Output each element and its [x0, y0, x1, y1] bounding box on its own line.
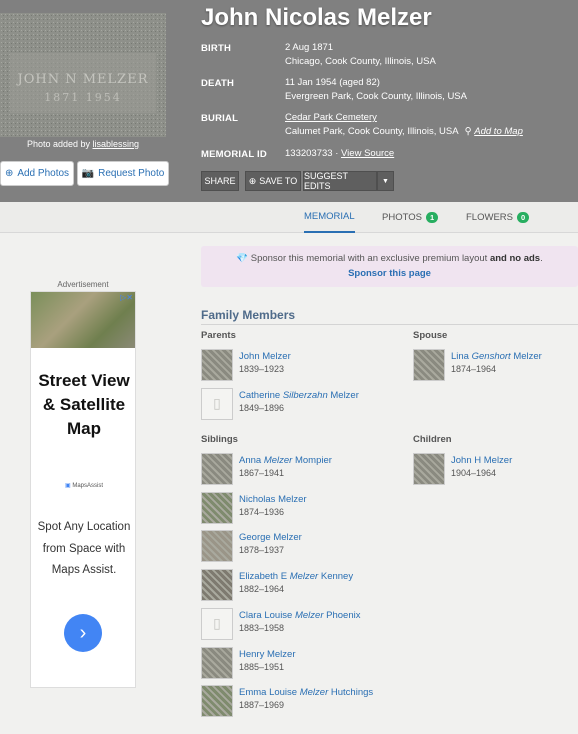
parents-label: Parents — [201, 330, 236, 341]
no-photo-icon: ▯ — [201, 387, 233, 420]
add-photos-button[interactable]: ⊕ Add Photos — [0, 161, 74, 186]
maps-assist-logo-icon: ▣ — [64, 483, 71, 489]
person-dates: 1874–1964 — [451, 364, 497, 374]
ad-body: Spot Any Location from Space with Maps A… — [37, 521, 131, 576]
caret-down-icon: ▼ — [382, 177, 389, 185]
person-name[interactable]: Nicholas Melzer — [239, 494, 307, 505]
death-info: 11 Jan 1954 (aged 82) Evergreen Park, Co… — [285, 77, 467, 102]
person-dates: 1874–1936 — [239, 506, 285, 517]
person-dates: 1887–1969 — [239, 700, 285, 711]
siblings-person[interactable]: ▯ Clara Louise Melzer Phoenix 1883–1958 — [201, 607, 371, 644]
person-photo — [413, 453, 445, 485]
person-dates: 1883–1958 — [239, 622, 285, 633]
plus-circle-icon: ⊕ — [4, 168, 14, 179]
no-photo-icon: ▯ — [201, 607, 233, 640]
birth-info: 2 Aug 1871 Chicago, Cook County, Illinoi… — [285, 42, 436, 67]
siblings-person[interactable]: Anna Melzer Mompier 1867–1941 — [201, 453, 371, 489]
person-photo — [201, 646, 233, 679]
save-to-button[interactable]: ⊕ SAVE TO — [245, 171, 301, 191]
cemetery-link[interactable]: Cedar Park Cemetery — [285, 112, 377, 123]
spouse-label: Spouse — [413, 330, 448, 341]
ad-choices-icon[interactable]: ▷✕ — [120, 293, 133, 302]
divider — [201, 324, 578, 325]
chevron-right-icon[interactable]: › — [64, 614, 102, 652]
flowers-count-badge: 0 — [516, 212, 530, 223]
person-name[interactable]: Henry Melzer — [239, 649, 296, 660]
siblings-person[interactable]: Emma Louise Melzer Hutchings 1887–1969 — [201, 685, 373, 721]
person-dates: 1867–1941 — [239, 468, 285, 478]
person-name[interactable]: John Melzer — [239, 351, 291, 362]
person-photo — [201, 349, 233, 381]
siblings-person[interactable]: George Melzer 1878–1937 — [201, 530, 371, 566]
photo-credit-user[interactable]: lisablessing — [93, 139, 140, 149]
view-source-link[interactable]: View Source — [341, 148, 394, 159]
person-photo — [201, 453, 233, 485]
person-name[interactable]: Catherine Silberzahn Melzer — [239, 390, 359, 401]
ad-brand: ▣ MapsAssist — [64, 483, 104, 489]
person-photo — [201, 530, 233, 563]
person-dates: 1878–1937 — [239, 545, 285, 556]
person-dates: 1882–1964 — [239, 584, 285, 595]
sponsor-banner: 💎 Sponsor this memorial with an exclusiv… — [201, 246, 578, 287]
person-dates: 1904–1964 — [451, 468, 497, 478]
person-dates: 1839–1923 — [239, 364, 285, 374]
gravestone-text: JOHN N MELZER — [16, 72, 149, 87]
diamond-icon: 💎 — [236, 253, 249, 264]
children-person[interactable]: John H Melzer 1904–1964 — [413, 453, 578, 489]
death-label: DEATH — [201, 78, 235, 89]
person-dates: 1849–1896 — [239, 402, 285, 413]
person-name[interactable]: George Melzer — [239, 532, 302, 543]
person-photo — [201, 569, 233, 602]
tab-memorial[interactable]: MEMORIAL — [304, 202, 355, 233]
memorial-name: John Nicolas Melzer — [201, 4, 432, 31]
birth-label: BIRTH — [201, 43, 232, 54]
svg-text:1871 1954: 1871 1954 — [44, 91, 122, 104]
person-name[interactable]: John H Melzer — [451, 455, 512, 466]
memorial-id-label: MEMORIAL ID — [201, 149, 267, 160]
sponsor-link[interactable]: Sponsor this page — [348, 268, 431, 279]
tab-photos[interactable]: PHOTOS 1 — [382, 202, 439, 233]
person-name[interactable]: Lina Genshort Melzer — [451, 351, 542, 362]
person-name[interactable]: Clara Louise Melzer Phoenix — [239, 610, 360, 621]
siblings-person[interactable]: Nicholas Melzer 1874–1936 — [201, 491, 371, 528]
siblings-person[interactable]: Henry Melzer 1885–1951 — [201, 646, 371, 683]
photos-count-badge: 1 — [425, 212, 439, 223]
person-photo — [201, 685, 233, 718]
suggest-edits-button[interactable]: SUGGEST EDITS — [303, 171, 377, 191]
person-photo — [413, 349, 445, 381]
siblings-person[interactable]: Elizabeth E Melzer Kenney 1882–1964 — [201, 569, 371, 605]
map-pin-icon: ⚲ — [464, 126, 472, 137]
family-members-title: Family Members — [201, 308, 296, 322]
tab-flowers[interactable]: FLOWERS 0 — [466, 202, 530, 233]
advertisement[interactable]: ▷✕ Street View & Satellite Map ▣ MapsAss… — [30, 291, 136, 688]
share-button[interactable]: SHARE — [201, 171, 239, 191]
parents-person[interactable]: ▯ Catherine Silberzahn Melzer 1849–1896 — [201, 387, 371, 424]
add-to-map-link[interactable]: Add to Map — [474, 126, 523, 137]
camera-icon: 📷 — [81, 168, 95, 179]
more-options-dropdown[interactable]: ▼ — [377, 171, 394, 191]
person-name[interactable]: Elizabeth E Melzer Kenney — [239, 571, 353, 582]
person-photo — [201, 491, 233, 524]
gravestone-photo[interactable]: JOHN N MELZER 1871 1954 — [0, 13, 166, 137]
memorial-id: 133203733 · View Source — [285, 148, 395, 159]
person-name[interactable]: Anna Melzer Mompier — [239, 455, 332, 466]
memorial-tabs: MEMORIAL PHOTOS 1 FLOWERS 0 — [0, 202, 578, 233]
person-dates: 1885–1951 — [239, 661, 285, 672]
children-label: Children — [413, 434, 452, 445]
request-photo-button[interactable]: 📷 Request Photo — [77, 161, 169, 186]
burial-info: Cedar Park Cemetery Calumet Park, Cook C… — [285, 112, 523, 137]
ad-label: Advertisement — [57, 280, 109, 289]
siblings-label: Siblings — [201, 434, 238, 445]
burial-label: BURIAL — [201, 113, 239, 124]
parents-person[interactable]: John Melzer 1839–1923 — [201, 349, 371, 385]
person-name[interactable]: Emma Louise Melzer Hutchings — [239, 687, 373, 698]
memorial-header: JOHN N MELZER 1871 1954 Photo added by l… — [0, 0, 578, 202]
spouse-person[interactable]: Lina Genshort Melzer 1874–1964 — [413, 349, 578, 385]
plus-circle-icon: ⊕ — [248, 175, 257, 186]
photo-credit: Photo added by lisablessing — [26, 139, 140, 149]
ad-headline: Street View & Satellite Map — [38, 371, 130, 438]
